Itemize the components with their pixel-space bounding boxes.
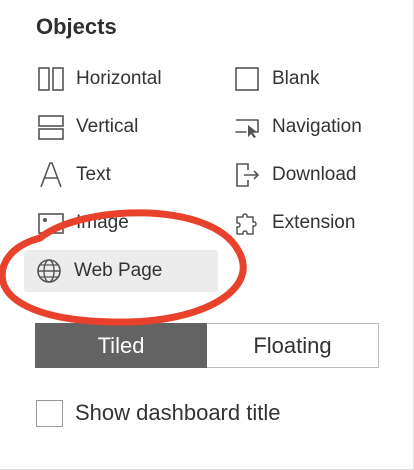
object-label: Text	[76, 164, 111, 185]
object-navigation[interactable]: Navigation	[222, 106, 398, 148]
floating-button[interactable]: Floating	[207, 323, 379, 368]
image-icon	[36, 207, 68, 239]
object-extension[interactable]: Extension	[222, 202, 398, 244]
object-label: Blank	[272, 68, 320, 89]
globe-icon	[34, 255, 66, 287]
show-dashboard-title-checkbox[interactable]	[36, 399, 63, 427]
horizontal-container-icon	[36, 63, 68, 95]
object-label: Horizontal	[76, 68, 162, 89]
object-label: Extension	[272, 212, 356, 233]
objects-title: Objects	[36, 14, 117, 39]
show-dashboard-title-label: Show dashboard title	[75, 400, 281, 425]
object-blank[interactable]: Blank	[222, 58, 398, 100]
object-vertical[interactable]: Vertical	[26, 106, 216, 148]
navigation-icon	[232, 111, 264, 143]
blank-icon	[232, 63, 264, 95]
tiled-button[interactable]: Tiled	[35, 323, 207, 368]
layout-toggle: Tiled Floating	[35, 323, 379, 368]
object-download[interactable]: Download	[222, 154, 398, 196]
object-label: Web Page	[74, 260, 163, 281]
object-text[interactable]: Text	[26, 154, 216, 196]
vertical-container-icon	[36, 111, 68, 143]
object-label: Image	[76, 212, 129, 233]
text-icon	[36, 159, 68, 191]
object-label: Download	[272, 164, 357, 185]
object-label: Vertical	[76, 116, 139, 137]
download-icon	[232, 159, 264, 191]
extension-icon	[232, 207, 264, 239]
object-horizontal[interactable]: Horizontal	[26, 58, 216, 100]
show-dashboard-title-option[interactable]: Show dashboard title	[36, 396, 280, 430]
object-label: Navigation	[272, 116, 362, 137]
object-image[interactable]: Image	[26, 202, 216, 244]
object-web-page[interactable]: Web Page	[24, 250, 218, 292]
